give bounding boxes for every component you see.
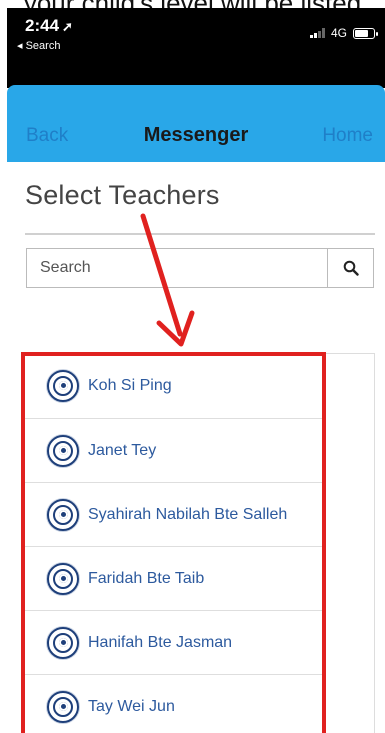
status-bar: 2:44 ➚ ◂ Search 4G — [7, 8, 385, 88]
school-crest-icon — [47, 690, 79, 723]
page-title: Select Teachers — [25, 180, 220, 210]
network-label: 4G — [330, 26, 347, 40]
title-divider — [25, 233, 375, 235]
school-crest-icon — [47, 626, 79, 659]
teacher-name: Tay Wei Jun — [88, 697, 175, 715]
search-icon — [343, 260, 359, 276]
school-crest-icon — [47, 498, 79, 531]
teacher-item[interactable]: Faridah Bte Taib — [21, 547, 323, 611]
search-input[interactable] — [27, 249, 327, 287]
status-time-text: 2:44 — [25, 16, 60, 35]
teacher-item[interactable]: Koh Si Ping — [21, 353, 323, 419]
nav-bar: Back Messenger Home — [7, 85, 385, 162]
teacher-list: Koh Si Ping Janet Tey Syahirah Nabilah B… — [21, 353, 323, 733]
teacher-item[interactable]: Tay Wei Jun — [21, 675, 323, 733]
teacher-name: Koh Si Ping — [88, 376, 172, 394]
location-arrow-icon: ➚ — [62, 19, 73, 34]
status-back-to-search[interactable]: ◂ Search — [17, 39, 60, 52]
search-button[interactable] — [327, 249, 373, 287]
status-time: 2:44 ➚ — [25, 16, 73, 36]
status-indicators: 4G — [309, 26, 378, 40]
battery-icon — [353, 27, 378, 39]
teacher-name: Syahirah Nabilah Bte Salleh — [88, 505, 288, 523]
school-crest-icon — [47, 562, 79, 595]
teacher-name: Janet Tey — [88, 441, 157, 459]
signal-icon — [309, 28, 325, 38]
teacher-item[interactable]: Janet Tey — [21, 419, 323, 483]
search-box — [26, 248, 374, 288]
teacher-item[interactable]: Hanifah Bte Jasman — [21, 611, 323, 675]
teacher-name: Hanifah Bte Jasman — [88, 633, 233, 651]
teacher-item[interactable]: Syahirah Nabilah Bte Salleh — [21, 483, 323, 547]
school-crest-icon — [47, 369, 79, 402]
teacher-name: Faridah Bte Taib — [88, 569, 205, 587]
home-button[interactable]: Home — [322, 125, 373, 147]
school-crest-icon — [47, 434, 79, 467]
